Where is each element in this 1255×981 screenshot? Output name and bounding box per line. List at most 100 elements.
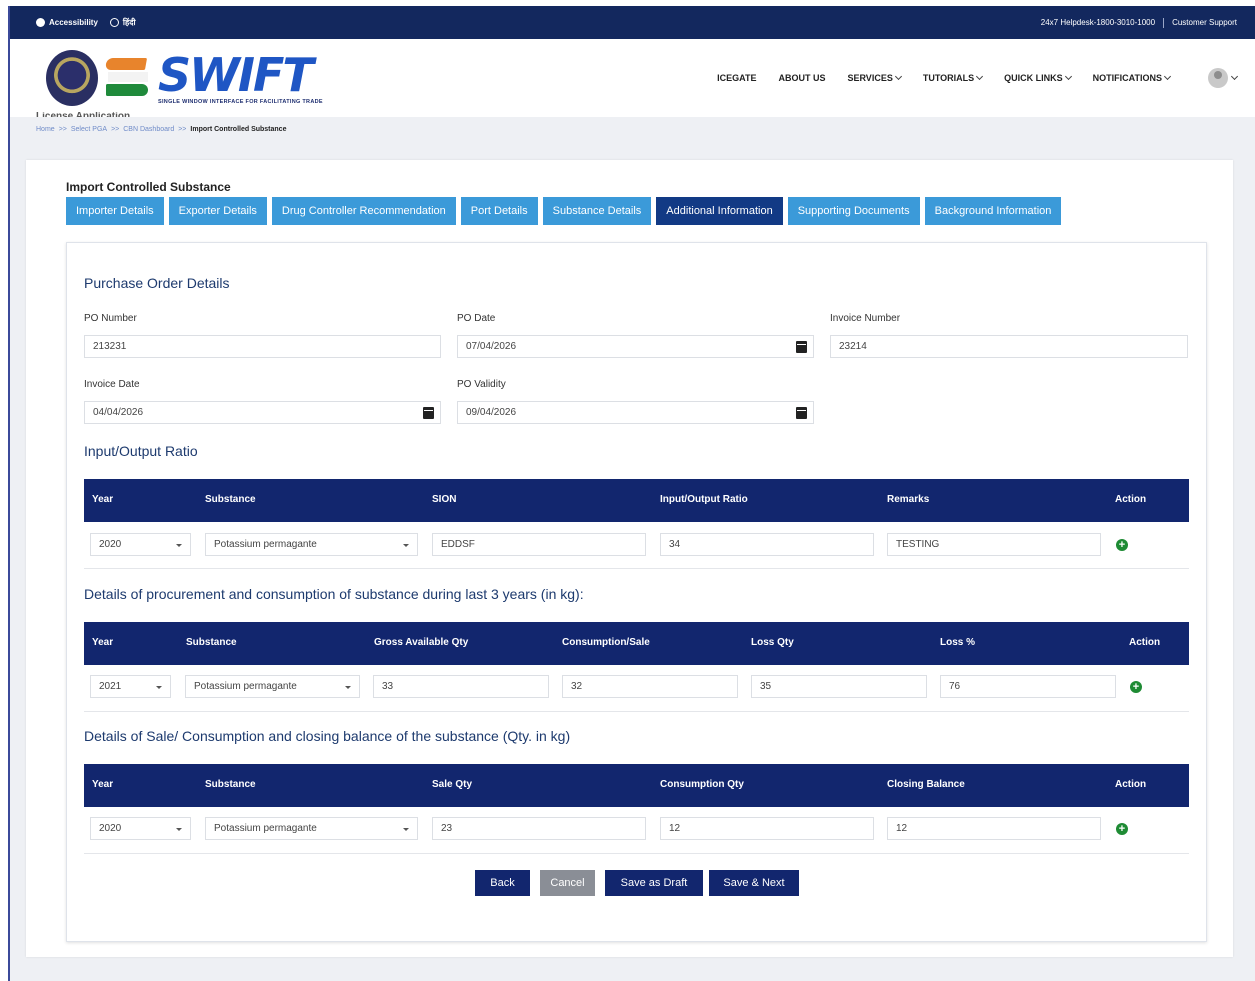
remarks-field[interactable]: TESTING bbox=[887, 533, 1101, 556]
calendar-icon[interactable] bbox=[796, 341, 807, 353]
page-title: License Application bbox=[36, 112, 130, 117]
brand-tagline: SINGLE WINDOW INTERFACE FOR FACILITATING… bbox=[158, 99, 323, 105]
loss-qty-field[interactable]: 35 bbox=[751, 675, 927, 698]
closing-balance-field[interactable]: 12 bbox=[887, 817, 1101, 840]
tab-additional-information[interactable]: Additional Information bbox=[656, 197, 783, 225]
nav-label: TUTORIALS bbox=[922, 73, 975, 83]
sion-field[interactable]: EDDSF bbox=[432, 533, 646, 556]
breadcrumb-select-pga[interactable]: Select PGA bbox=[71, 126, 107, 133]
ratio-year-select[interactable]: 2020 bbox=[90, 533, 191, 556]
language-link[interactable]: हिंदी bbox=[109, 17, 136, 28]
calendar-icon[interactable] bbox=[423, 407, 434, 419]
customer-support-link[interactable]: Customer Support bbox=[1172, 18, 1237, 27]
caret-down-icon bbox=[345, 686, 351, 689]
column-header: Consumption/Sale bbox=[562, 637, 650, 648]
input-output-ratio-field[interactable]: 34 bbox=[660, 533, 874, 556]
procurement-year-select[interactable]: 2021 bbox=[90, 675, 171, 698]
logo[interactable]: SWIFT SINGLE WINDOW INTERFACE FOR FACILI… bbox=[46, 50, 323, 106]
column-header: SION bbox=[432, 494, 457, 505]
tab-background-information[interactable]: Background Information bbox=[924, 197, 1062, 225]
po-validity-value: 09/04/2026 bbox=[466, 407, 517, 418]
accessibility-link[interactable]: Accessibility bbox=[36, 18, 98, 27]
globe-icon bbox=[109, 18, 119, 27]
ratio-section-title: Input/Output Ratio bbox=[84, 443, 198, 459]
language-label: हिंदी bbox=[122, 18, 136, 27]
sale-table-header: Year Substance Sale Qty Consumption Qty … bbox=[84, 764, 1189, 807]
chevron-down-icon bbox=[1230, 72, 1239, 81]
add-row-icon[interactable]: + bbox=[1116, 539, 1128, 551]
po-date-field[interactable]: 07/04/2026 bbox=[457, 335, 814, 358]
user-menu[interactable] bbox=[1208, 68, 1239, 88]
procurement-year-value: 2021 bbox=[99, 681, 122, 692]
info-icon bbox=[36, 18, 45, 27]
save-and-next-button[interactable]: Save & Next bbox=[709, 870, 799, 896]
ratio-substance-select[interactable]: Potassium permagante bbox=[205, 533, 418, 556]
tab-substance-details[interactable]: Substance Details bbox=[542, 197, 652, 225]
invoice-date-value: 04/04/2026 bbox=[93, 407, 144, 418]
card-title: Import Controlled Substance bbox=[66, 180, 231, 194]
column-header: Gross Available Qty bbox=[374, 637, 469, 648]
invoice-number-label: Invoice Number bbox=[830, 313, 901, 324]
tab-supporting-documents[interactable]: Supporting Documents bbox=[787, 197, 920, 225]
breadcrumb-separator: >> bbox=[58, 125, 67, 133]
tab-port-details[interactable]: Port Details bbox=[460, 197, 538, 225]
top-utility-bar: Accessibility हिंदी 24x7 Helpdesk-1800-3… bbox=[10, 6, 1255, 39]
column-header: Year bbox=[92, 494, 114, 505]
nav-icegate[interactable]: ICEGATE bbox=[717, 73, 756, 83]
consumption-sale-field[interactable]: 32 bbox=[562, 675, 738, 698]
breadcrumb-home[interactable]: Home bbox=[36, 126, 55, 133]
sale-section-title: Details of Sale/ Consumption and closing… bbox=[84, 728, 571, 744]
sale-substance-select[interactable]: Potassium permagante bbox=[205, 817, 418, 840]
caret-down-icon bbox=[156, 686, 162, 689]
column-header: Loss Qty bbox=[751, 637, 794, 648]
invoice-number-field[interactable]: 23214 bbox=[830, 335, 1188, 358]
column-header: Year bbox=[92, 637, 114, 648]
chevron-down-icon bbox=[1064, 72, 1072, 81]
breadcrumb-current: Import Controlled Substance bbox=[190, 125, 287, 133]
breadcrumb-separator: >> bbox=[111, 125, 120, 133]
tab-drug-controller-recommendation[interactable]: Drug Controller Recommendation bbox=[271, 197, 456, 225]
add-row-icon[interactable]: + bbox=[1130, 681, 1142, 693]
sale-qty-field[interactable]: 23 bbox=[432, 817, 646, 840]
back-button[interactable]: Back bbox=[475, 870, 530, 896]
form-card: Import Controlled Substance Importer Det… bbox=[26, 160, 1233, 957]
nav-label: ICEGATE bbox=[717, 73, 757, 83]
invoice-date-field[interactable]: 04/04/2026 bbox=[84, 401, 441, 424]
form-tabs: Importer Details Exporter Details Drug C… bbox=[66, 197, 1062, 225]
loss-percent-field[interactable]: 76 bbox=[940, 675, 1116, 698]
nav-services[interactable]: SERVICES bbox=[847, 72, 902, 83]
brand-name: SWIFT bbox=[158, 48, 314, 102]
tab-importer-details[interactable]: Importer Details bbox=[66, 197, 164, 225]
breadcrumb-cbn-dashboard[interactable]: CBN Dashboard bbox=[123, 126, 174, 133]
nav-about-us[interactable]: ABOUT US bbox=[778, 73, 825, 83]
column-header: Loss % bbox=[940, 637, 976, 648]
column-header: Substance bbox=[205, 494, 256, 505]
nav-tutorials[interactable]: TUTORIALS bbox=[922, 72, 984, 83]
column-header: Action bbox=[1115, 779, 1147, 790]
main-nav: ICEGATE ABOUT US SERVICES TUTORIALS QUIC… bbox=[717, 68, 1239, 88]
po-date-label: PO Date bbox=[457, 313, 496, 324]
cancel-button[interactable]: Cancel bbox=[540, 870, 595, 896]
flag-swoosh-icon bbox=[104, 54, 150, 102]
add-row-icon[interactable]: + bbox=[1116, 823, 1128, 835]
consumption-qty-field[interactable]: 12 bbox=[660, 817, 874, 840]
save-as-draft-button[interactable]: Save as Draft bbox=[605, 870, 703, 896]
po-validity-field[interactable]: 09/04/2026 bbox=[457, 401, 814, 424]
procurement-substance-select[interactable]: Potassium permagante bbox=[185, 675, 360, 698]
column-header: Action bbox=[1129, 637, 1161, 648]
po-number-field[interactable]: 213231 bbox=[84, 335, 441, 358]
nav-quick-links[interactable]: QUICK LINKS bbox=[1004, 72, 1072, 83]
gross-available-qty-field[interactable]: 33 bbox=[373, 675, 549, 698]
caret-down-icon bbox=[176, 828, 182, 831]
caret-down-icon bbox=[403, 828, 409, 831]
calendar-icon[interactable] bbox=[796, 407, 807, 419]
tab-exporter-details[interactable]: Exporter Details bbox=[168, 197, 267, 225]
column-header: Consumption Qty bbox=[660, 779, 744, 790]
row-divider bbox=[84, 711, 1189, 712]
accessibility-label: Accessibility bbox=[49, 18, 98, 27]
sale-year-select[interactable]: 2020 bbox=[90, 817, 191, 840]
nav-label: QUICK LINKS bbox=[1004, 73, 1063, 83]
nav-notifications[interactable]: NOTIFICATIONS bbox=[1093, 72, 1172, 83]
chevron-down-icon bbox=[1163, 72, 1172, 81]
row-divider bbox=[84, 568, 1189, 569]
